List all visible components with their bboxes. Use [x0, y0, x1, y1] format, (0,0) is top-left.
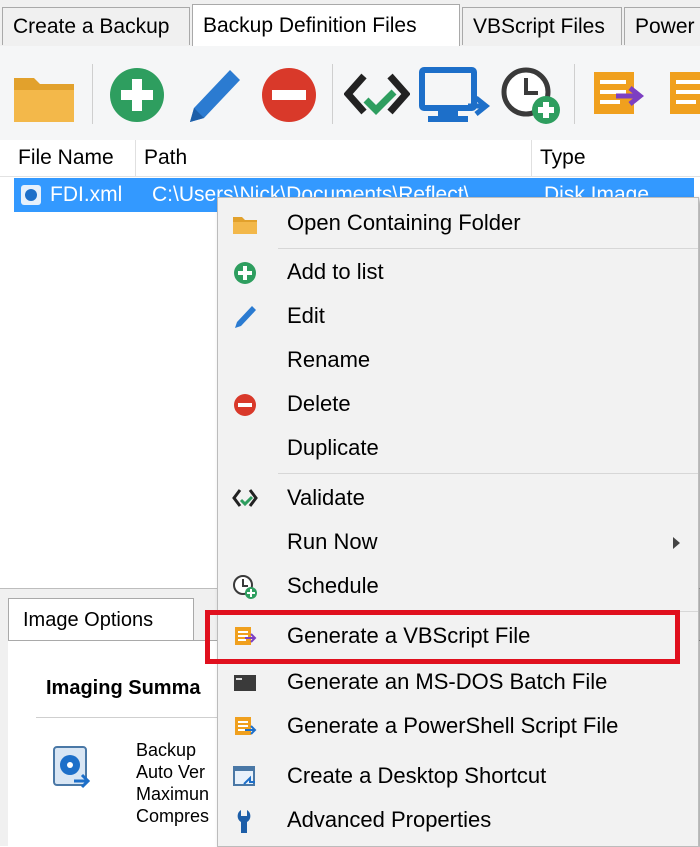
summary-lines: Backup Auto Ver Maximun Compres: [136, 739, 209, 827]
disk-image-icon: [21, 185, 41, 205]
vbscript-icon[interactable]: [586, 66, 648, 126]
validate-icon[interactable]: [344, 70, 410, 122]
tab-image-options[interactable]: Image Options: [8, 598, 194, 640]
menu-item-open-containing-folder[interactable]: Open Containing Folder: [218, 201, 698, 245]
submenu-arrow-icon: [673, 537, 680, 549]
context-menu: Open Containing Folder Add to list Edit …: [217, 197, 699, 847]
edit-icon[interactable]: [178, 62, 244, 128]
shortcut-icon: [233, 766, 255, 786]
edit-icon: [235, 306, 256, 328]
validate-icon: [232, 489, 258, 507]
tab-bar: Create a Backup Backup Definition Files …: [0, 0, 700, 47]
row-file-name: FDI.xml: [50, 183, 123, 206]
run-icon[interactable]: [418, 66, 492, 126]
column-file-name[interactable]: File Name: [10, 140, 136, 176]
folder-icon[interactable]: [12, 68, 76, 124]
summary-line: Backup: [136, 740, 197, 760]
menu-item-run-now[interactable]: Run Now: [218, 520, 698, 564]
summary-line: Auto Ver: [136, 762, 206, 782]
list-header: File Name Path Type: [0, 140, 700, 177]
add-icon: [234, 262, 256, 284]
menu-item-delete[interactable]: Delete: [218, 382, 698, 426]
menu-item-validate[interactable]: Validate: [218, 476, 698, 520]
menu-item-duplicate[interactable]: Duplicate: [218, 426, 698, 470]
menu-item-add-to-list[interactable]: Add to list: [218, 250, 698, 294]
tab-powershell[interactable]: Power: [624, 7, 700, 45]
menu-item-edit[interactable]: Edit: [218, 294, 698, 338]
menu-item-generate-powershell-script-file[interactable]: Generate a PowerShell Script File: [218, 704, 698, 748]
menu-item-rename[interactable]: Rename: [218, 338, 698, 382]
tab-backup-definition-files[interactable]: Backup Definition Files: [192, 4, 460, 47]
disk-image-icon: [53, 746, 91, 789]
batch-icon: [234, 675, 256, 691]
delete-icon[interactable]: [260, 66, 318, 124]
powershell-icon[interactable]: [664, 66, 700, 126]
summary-line: Maximun: [136, 784, 210, 804]
column-path[interactable]: Path: [136, 140, 532, 176]
column-type[interactable]: Type: [532, 140, 700, 176]
imaging-summary-title: Imaging Summa: [46, 677, 201, 699]
menu-item-generate-ms-dos-batch-file[interactable]: Generate an MS-DOS Batch File: [218, 660, 698, 704]
toolbar: [0, 46, 700, 141]
folder-icon: [233, 217, 257, 234]
powershell-icon: [235, 717, 257, 735]
menu-item-schedule[interactable]: Schedule: [218, 564, 698, 608]
add-icon[interactable]: [108, 66, 166, 124]
wrench-icon: [237, 810, 251, 833]
schedule-icon: [233, 575, 257, 599]
tab-create-backup[interactable]: Create a Backup: [2, 7, 190, 45]
delete-icon: [234, 394, 256, 416]
schedule-icon[interactable]: [500, 66, 564, 128]
highlight-box: [205, 610, 680, 664]
tab-vbscript-files[interactable]: VBScript Files: [462, 7, 622, 45]
menu-item-create-desktop-shortcut[interactable]: Create a Desktop Shortcut: [218, 754, 698, 798]
summary-line: Compres: [136, 806, 210, 826]
menu-item-advanced-properties[interactable]: Advanced Properties: [218, 798, 698, 842]
